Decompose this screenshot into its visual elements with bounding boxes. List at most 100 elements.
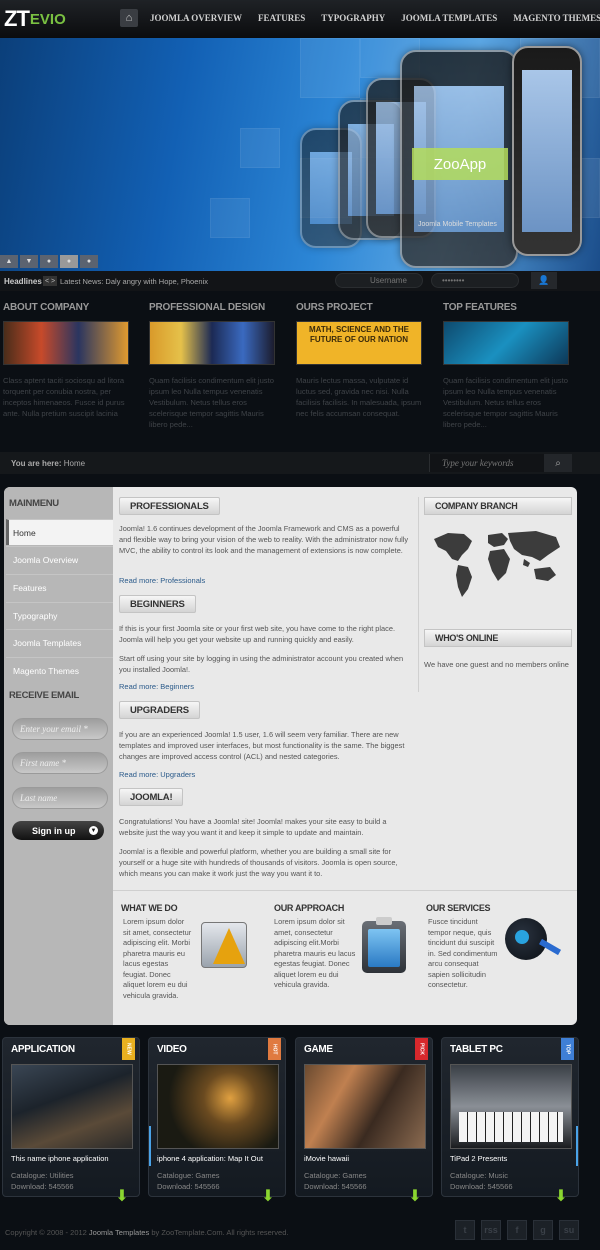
our-services-title: OUR SERVICES	[426, 903, 491, 913]
nav-features[interactable]: FEATURES	[258, 13, 305, 23]
gear-globe-icon	[501, 916, 562, 970]
readmore-professionals[interactable]: Read more: Professionals	[119, 576, 205, 585]
main-nav: JOOMLA OVERVIEW FEATURES TYPOGRAPHY JOOM…	[150, 13, 600, 23]
feature-title: OURS PROJECT	[296, 302, 373, 313]
slide-down-icon[interactable]: ▼	[20, 255, 38, 268]
whos-online-text: We have one guest and no members online	[424, 660, 569, 669]
twitter-icon[interactable]: t	[455, 1220, 475, 1240]
headline-news[interactable]: Latest News: Daly angry with Hope, Phoen…	[60, 277, 208, 286]
feature-image[interactable]	[443, 321, 569, 365]
article-text: If this is your first Joomla site or you…	[119, 624, 396, 644]
product-image[interactable]	[157, 1064, 279, 1149]
nav-magento-themes[interactable]: MAGENTO THEMES	[513, 13, 600, 23]
email-field[interactable]: Enter your email *	[12, 718, 108, 740]
product-title[interactable]: This name iphone application	[11, 1154, 109, 1163]
product-card-application[interactable]: APPLICATION NEW This name iphone applica…	[2, 1037, 140, 1205]
feature-text: Quam facilisis condimentum elit justo ip…	[443, 376, 568, 429]
world-map-image	[434, 531, 560, 597]
receive-email-title: RECEIVE EMAIL	[9, 690, 79, 701]
rss-icon[interactable]: rss	[481, 1220, 501, 1240]
slide-up-icon[interactable]: ▲	[0, 255, 18, 268]
article-title-beginners: BEGINNERS	[119, 595, 196, 613]
slide-dot-1[interactable]: ●	[40, 255, 58, 268]
site-logo[interactable]: ZT EVIO	[4, 5, 66, 33]
sidebar-item-magento-themes[interactable]: Magento Themes	[6, 657, 113, 683]
what-we-do-title: WHAT WE DO	[121, 903, 178, 913]
login-user-icon[interactable]: 👤	[531, 272, 557, 289]
our-approach-text: Lorem ipsum dolor sit amet, consectetur …	[274, 917, 356, 989]
stumbleupon-icon[interactable]: su	[559, 1220, 579, 1240]
product-card-tablet-pc[interactable]: TABLET PC TOP TiPad 2 Presents Catalogue…	[441, 1037, 579, 1205]
slide-dot-2[interactable]: ●	[60, 255, 78, 268]
headline-arrows-icon[interactable]: < >	[43, 276, 57, 286]
our-services-text: Fusce tincidunt tempor neque, quis tinci…	[428, 917, 498, 989]
slide-controls: ▲ ▼ ● ● ●	[0, 255, 98, 268]
sidebar-item-home[interactable]: Home	[6, 519, 113, 545]
feature-image[interactable]	[149, 321, 275, 365]
readmore-beginners[interactable]: Read more: Beginners	[119, 682, 194, 691]
social-links: t rss f g su	[455, 1220, 579, 1240]
feature-title: PROFESSIONAL DESIGN	[149, 302, 266, 313]
lastname-field[interactable]: Last name	[12, 787, 108, 809]
logo-sub: EVIO	[29, 10, 66, 28]
logo-main: ZT	[4, 6, 30, 31]
sidebar-item-typography[interactable]: Typography	[6, 602, 113, 628]
ribbon-hot: HOT	[268, 1038, 281, 1060]
feature-image[interactable]	[3, 321, 129, 365]
section-divider	[113, 890, 577, 891]
hero-banner	[0, 38, 600, 271]
feature-image[interactable]: MATH, SCIENCE AND THE FUTURE OF OUR NATI…	[296, 321, 422, 365]
product-card-game[interactable]: GAME PICK iMovie hawaii Catalogue: Games…	[295, 1037, 433, 1205]
sidebar-item-joomla-templates[interactable]: Joomla Templates	[6, 629, 113, 655]
nav-joomla-overview[interactable]: JOOMLA OVERVIEW	[150, 13, 242, 23]
home-icon[interactable]: ⌂	[120, 9, 138, 27]
breadcrumb-home[interactable]: Home	[64, 459, 85, 468]
nav-joomla-templates[interactable]: JOOMLA TEMPLATES	[401, 13, 497, 23]
signup-button[interactable]: Sign in up ▼	[12, 821, 104, 840]
article-title-professionals: PROFESSIONALS	[119, 497, 220, 515]
product-image[interactable]	[304, 1064, 426, 1149]
project-banner-text: MATH, SCIENCE AND THE FUTURE OF OUR NATI…	[309, 325, 409, 344]
ribbon-pick: PICK	[415, 1038, 428, 1060]
readmore-upgraders[interactable]: Read more: Upgraders	[119, 770, 195, 779]
product-category: GAME	[304, 1044, 333, 1055]
feature-top-features: TOP FEATURES Quam facilisis condimentum …	[443, 302, 586, 430]
facebook-icon[interactable]: f	[507, 1220, 527, 1240]
our-approach-title: OUR APPROACH	[274, 903, 345, 913]
product-title[interactable]: iMovie hawaii	[304, 1154, 349, 1163]
nav-typography[interactable]: TYPOGRAPHY	[321, 13, 385, 23]
username-input[interactable]	[335, 273, 423, 288]
ribbon-new: NEW	[122, 1038, 135, 1060]
chevron-down-icon: ▼	[89, 826, 98, 835]
what-we-do-text: Lorem ipsum dolor sit amet, consectetur …	[123, 917, 192, 1000]
product-meta: Catalogue: Games Download: 545566	[304, 1171, 367, 1191]
zooapp-label: ZooApp	[412, 148, 508, 180]
firstname-field[interactable]: First name *	[12, 752, 108, 774]
breadcrumb-label: You are here:	[11, 459, 62, 468]
breadcrumb: You are here: Home	[11, 459, 85, 468]
footer-brand-link[interactable]: Joomla Templates	[89, 1228, 149, 1237]
article-text: Joomla! is a flexible and powerful platf…	[119, 847, 398, 878]
google-icon[interactable]: g	[533, 1220, 553, 1240]
sidebar-item-joomla-overview[interactable]: Joomla Overview	[6, 546, 113, 572]
headlines-label: Headlines	[4, 277, 42, 286]
product-title[interactable]: iphone 4 application: Map It Out	[157, 1154, 263, 1163]
sidebar-item-features[interactable]: Features	[6, 574, 113, 600]
search-input[interactable]: Type your keywords	[429, 454, 544, 472]
feature-professional-design: PROFESSIONAL DESIGN Quam facilisis condi…	[149, 302, 292, 430]
product-meta: Catalogue: Utilities Download: 545566	[11, 1171, 74, 1191]
company-branch-title: COMPANY BRANCH	[424, 497, 572, 515]
slide-dot-3[interactable]: ●	[80, 255, 98, 268]
banner-caption: Joomla Mobile Templates	[418, 221, 497, 228]
article-text: If you are an experienced Joomla! 1.5 us…	[119, 730, 405, 761]
article-text: Start off using your site by logging in …	[119, 654, 404, 674]
product-title[interactable]: TiPad 2 Presents	[450, 1154, 507, 1163]
product-image[interactable]	[450, 1064, 572, 1149]
whos-online-title: WHO'S ONLINE	[424, 629, 572, 647]
product-image[interactable]	[11, 1064, 133, 1149]
product-card-video[interactable]: VIDEO HOT iphone 4 application: Map It O…	[148, 1037, 286, 1205]
search-icon[interactable]: ⌕	[544, 454, 572, 472]
copyright-text: Copyright © 2008 - 2012 Joomla Templates…	[5, 1228, 289, 1237]
password-input[interactable]	[431, 273, 519, 288]
product-meta: Catalogue: Music Download: 545566	[450, 1171, 513, 1191]
